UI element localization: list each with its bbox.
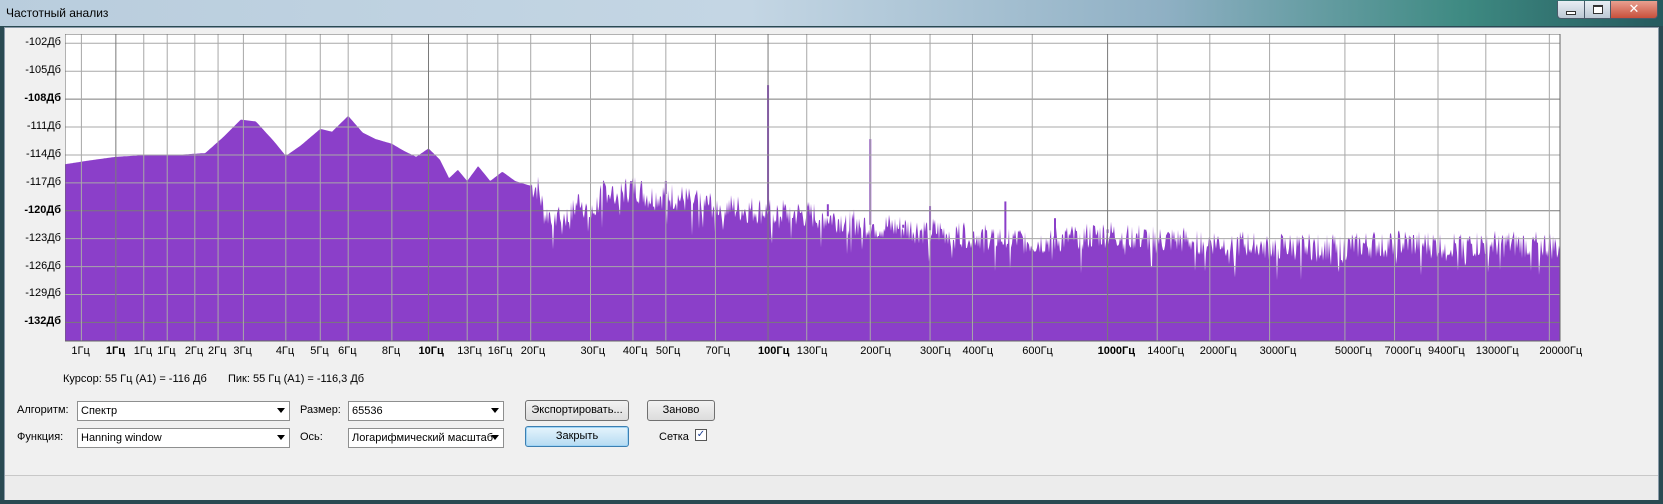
export-button[interactable]: Экспортировать... (525, 400, 629, 421)
x-tick-label: 1Гц (105, 345, 125, 357)
x-tick-label: 10Гц (418, 345, 444, 357)
grid-label: Сетка (659, 431, 689, 443)
x-tick-label: 1Гц (157, 345, 176, 357)
x-tick-label: 3Гц (233, 345, 252, 357)
y-tick-label: -123Дб (25, 231, 61, 244)
size-select[interactable]: 65536 (348, 401, 504, 421)
x-tick-label: 13000Гц (1475, 345, 1519, 357)
x-tick-label: 30Гц (580, 345, 606, 357)
chevron-down-icon (277, 408, 285, 413)
x-tick-label: 13Гц (457, 345, 482, 357)
cursor-readout: Курсор: 55 Гц (A1) = -116 Дб (63, 373, 207, 385)
close-dialog-button[interactable]: Закрыть (525, 426, 629, 447)
x-tick-label: 300Гц (920, 345, 951, 357)
close-button[interactable]: ✕ (1610, 1, 1658, 19)
x-tick-label: 7000Гц (1384, 345, 1422, 357)
function-value: Hanning window (81, 432, 162, 444)
x-tick-label: 200Гц (860, 345, 891, 357)
minimize-button[interactable] (1557, 1, 1585, 19)
dialog-body: Курсор: 55 Гц (A1) = -116 Дб Пик: 55 Гц … (4, 27, 1659, 500)
x-tick-label: 3000Гц (1259, 345, 1297, 357)
x-tick-label: 2Гц (184, 345, 204, 357)
algorithm-value: Спектр (81, 405, 118, 417)
y-tick-label: -105Дб (25, 64, 61, 77)
x-tick-label: 9400Гц (1427, 345, 1465, 357)
y-tick-label: -132Дб (24, 315, 61, 328)
x-tick-label: 1Гц (71, 345, 90, 357)
x-tick-label: 1000Гц (1097, 345, 1136, 357)
x-tick-label: 50Гц (655, 345, 681, 357)
grid-checkbox[interactable]: ✓ (695, 429, 707, 441)
spectrum-plot[interactable] (65, 34, 1565, 359)
size-value: 65536 (352, 405, 383, 417)
x-tick-label: 2000Гц (1199, 345, 1237, 357)
status-bar (5, 475, 1658, 500)
function-select[interactable]: Hanning window (77, 428, 290, 448)
window-title: Частотный анализ (6, 6, 109, 20)
x-tick-label: 8Гц (381, 345, 401, 357)
x-tick-label: 1Гц (133, 345, 153, 357)
size-label: Размер: (300, 404, 341, 416)
close-icon: ✕ (1628, 2, 1640, 17)
x-tick-label: 40Гц (622, 345, 648, 357)
axis-label: Ось: (300, 431, 323, 443)
x-tick-label: 20Гц (520, 345, 546, 357)
y-tick-label: -102Дб (25, 36, 61, 49)
chevron-down-icon (491, 408, 499, 413)
x-tick-label: 5000Гц (1334, 345, 1372, 357)
algorithm-select[interactable]: Спектр (77, 401, 290, 421)
x-tick-label: 4Гц (275, 345, 295, 357)
x-tick-label: 6Гц (338, 345, 357, 357)
y-tick-label: -108Дб (24, 92, 61, 105)
axis-select[interactable]: Логарифмический масштаб (348, 428, 504, 448)
y-tick-label: -114Дб (26, 147, 61, 160)
x-tick-label: 400Гц (962, 345, 994, 357)
y-tick-label: -120Дб (24, 203, 61, 216)
maximize-icon (1592, 5, 1603, 14)
checkmark-icon: ✓ (696, 429, 706, 440)
x-tick-label: 600Гц (1022, 345, 1053, 357)
x-tick-label: 70Гц (705, 345, 730, 357)
x-tick-label: 100Гц (758, 345, 790, 357)
y-tick-label: -117Дб (26, 175, 61, 188)
chevron-down-icon (277, 435, 285, 440)
title-bar: Частотный анализ ✕ (0, 0, 1663, 26)
reset-button[interactable]: Заново (647, 400, 715, 421)
x-tick-label: 130Гц (796, 345, 828, 357)
y-tick-label: -111Дб (26, 120, 61, 133)
y-tick-label: -126Дб (25, 259, 61, 272)
minimize-icon (1566, 10, 1576, 15)
x-tick-label: 20000Гц (1539, 345, 1583, 357)
function-label: Функция: (17, 431, 64, 443)
x-tick-label: 16Гц (487, 345, 513, 357)
chevron-down-icon (491, 435, 499, 440)
axis-value: Логарифмический масштаб (352, 432, 494, 444)
peak-readout: Пик: 55 Гц (A1) = -116,3 Дб (228, 373, 365, 385)
x-tick-label: 2Гц (208, 345, 227, 357)
maximize-button[interactable] (1584, 1, 1611, 19)
x-tick-label: 5Гц (310, 345, 329, 357)
x-tick-label: 1400Гц (1147, 345, 1184, 357)
y-tick-label: -129Дб (25, 287, 61, 300)
algorithm-label: Алгоритм: (17, 404, 69, 416)
